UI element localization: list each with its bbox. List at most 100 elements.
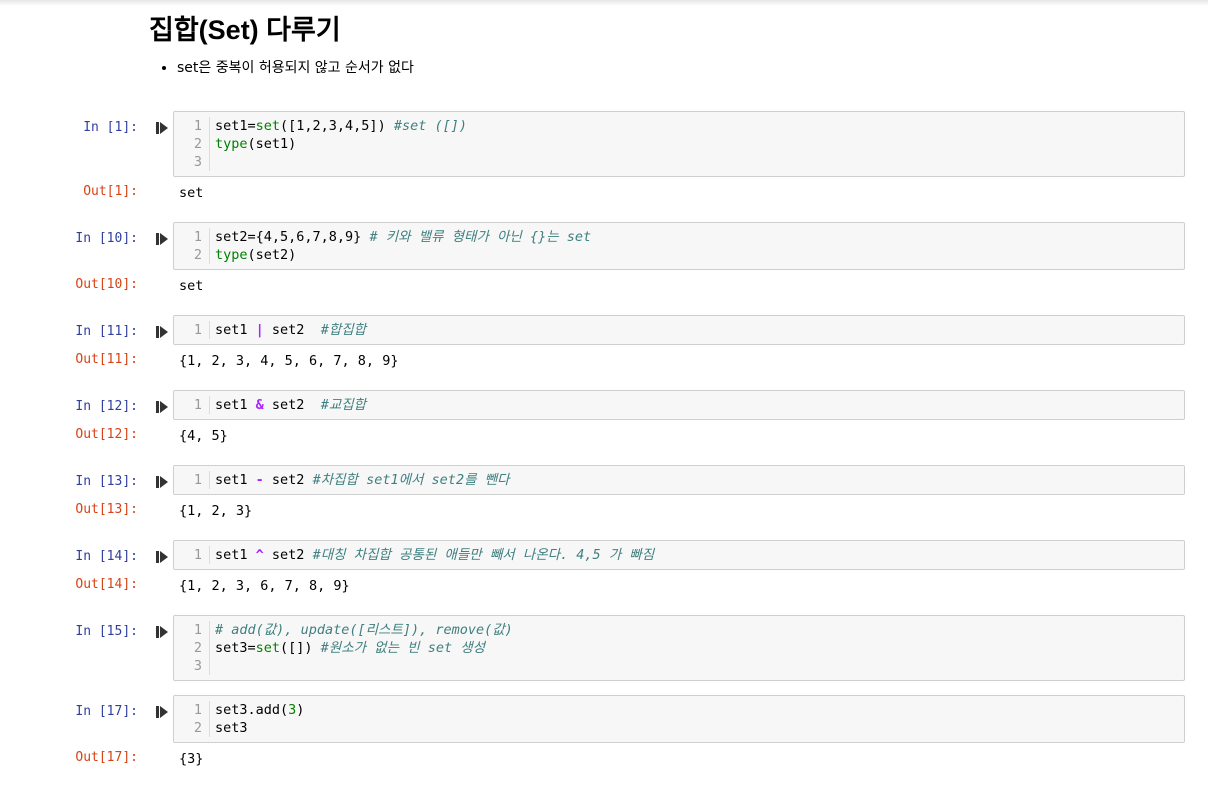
line-number: 1 xyxy=(193,472,202,488)
line-number: 3 xyxy=(193,154,202,170)
code-editor[interactable]: 1 set1 & set2 #교집합 xyxy=(173,390,1185,420)
code-cell[interactable]: In [12]: 1 set1 & set2 #교집합 Out[12]: {4, 5} xyxy=(0,390,1208,451)
code-text[interactable]: set1 ^ set2 #대칭 차집합 공통된 애들만 빼서 나온다. 4,5 … xyxy=(210,546,654,564)
run-cell-icon[interactable] xyxy=(156,474,168,488)
cell-output-row: Out[10]: set xyxy=(0,270,1208,301)
cell-output-row: Out[11]: {1, 2, 3, 4, 5, 6, 7, 8, 9} xyxy=(0,345,1208,376)
code-token: set1 xyxy=(215,397,256,413)
markdown-cell[interactable]: 집합(Set) 다루기 set은 중복이 허용되지 않고 순서가 없다 xyxy=(149,12,1149,77)
code-text[interactable]: set1 & set2 #교집합 xyxy=(210,396,366,414)
code-editor[interactable]: 1 set1 ^ set2 #대칭 차집합 공통된 애들만 빼서 나온다. 4,5… xyxy=(173,540,1185,570)
code-cell[interactable]: In [17]: 1 2 set3.add(3) set3 Out[17]: {3} xyxy=(0,695,1208,774)
cell-input-row: In [1]: 1 2 3 set1=set([1,2,3,4,5]) #set ([]… xyxy=(0,111,1208,177)
code-operator: & xyxy=(255,397,264,413)
cell-input-row: In [17]: 1 2 set3.add(3) set3 xyxy=(0,695,1208,743)
code-token: (set1) xyxy=(247,136,297,152)
run-cell-icon[interactable] xyxy=(156,704,168,718)
code-comment: #합집합 xyxy=(320,322,367,338)
code-token: ) xyxy=(296,702,305,718)
cell-input-row: In [14]: 1 set1 ^ set2 #대칭 차집합 공통된 애들만 빼서 … xyxy=(0,540,1208,570)
cell-output-row: Out[1]: set xyxy=(0,177,1208,208)
cell-output-row: Out[13]: {1, 2, 3} xyxy=(0,495,1208,526)
line-number: 2 xyxy=(193,247,202,263)
run-cell-icon[interactable] xyxy=(156,399,168,413)
code-text[interactable]: set1 - set2 #차집합 set1에서 set2를 뺀다 xyxy=(210,471,509,489)
code-token: set2 xyxy=(263,322,321,338)
out-prompt: Out[12]: xyxy=(75,427,138,442)
code-text[interactable]: # add(값), update([리스트]), remove(값) set3=s… xyxy=(210,621,513,675)
code-comment: #차집합 set1에서 set2를 뺀다 xyxy=(312,472,510,488)
code-token: set3 xyxy=(215,720,248,736)
code-token: ([1,2,3,4,5]) xyxy=(280,118,394,134)
code-line: set1=set([1,2,3,4,5]) #set ([]) xyxy=(215,117,467,135)
code-text[interactable]: set2={4,5,6,7,8,9} # 키와 밸류 형태가 아닌 {}는 se… xyxy=(210,228,591,264)
code-token: set2={4,5,6,7,8,9} xyxy=(215,229,370,245)
code-text[interactable]: set3.add(3) set3 xyxy=(210,701,304,737)
cell-input-row: In [13]: 1 set1 - set2 #차집합 set1에서 set2를 뺀… xyxy=(0,465,1208,495)
code-token: set1 xyxy=(215,472,256,488)
run-cell-icon[interactable] xyxy=(156,324,168,338)
code-line: set3=set([]) #원소가 없는 빈 set 생성 xyxy=(215,639,513,657)
run-cell-icon[interactable] xyxy=(156,549,168,563)
code-token: ([]) xyxy=(280,640,321,656)
line-number: 1 xyxy=(193,397,202,413)
code-line: set2={4,5,6,7,8,9} # 키와 밸류 형태가 아닌 {}는 se… xyxy=(215,228,591,246)
line-number-gutter: 1 xyxy=(174,546,210,564)
code-text[interactable]: set1=set([1,2,3,4,5]) #set ([]) type(set1… xyxy=(210,117,467,171)
code-token: (set2) xyxy=(247,247,297,263)
code-text[interactable]: set1 | set2 #합집합 xyxy=(210,321,366,339)
code-line: set1 ^ set2 #대칭 차집합 공통된 애들만 빼서 나온다. 4,5 … xyxy=(215,546,654,564)
code-comment: # 키와 밸류 형태가 아닌 {}는 set xyxy=(369,229,592,245)
run-cell-icon[interactable] xyxy=(156,231,168,245)
in-prompt: In [1]: xyxy=(83,120,138,135)
run-cell-icon[interactable] xyxy=(156,120,168,134)
bullet-list: set은 중복이 허용되지 않고 순서가 없다 xyxy=(149,59,1149,77)
code-comment: #set ([]) xyxy=(393,118,467,134)
code-editor[interactable]: 1 2 set2={4,5,6,7,8,9} # 키와 밸류 형태가 아닌 {}는 … xyxy=(173,222,1185,270)
code-cell[interactable]: In [15]: 1 2 3 # add(값), update([리스트]), remo… xyxy=(0,615,1208,681)
code-cell[interactable]: In [11]: 1 set1 | set2 #합집합 Out[11]: {1, 2, … xyxy=(0,315,1208,376)
code-cell[interactable]: In [14]: 1 set1 ^ set2 #대칭 차집합 공통된 애들만 빼서 … xyxy=(0,540,1208,601)
line-number: 1 xyxy=(193,622,202,638)
output-text: {1, 2, 3} xyxy=(179,503,253,519)
line-number-gutter: 1 xyxy=(174,471,210,489)
code-cells: In [1]: 1 2 3 set1=set([1,2,3,4,5]) #set ([]… xyxy=(0,111,1208,788)
in-prompt: In [10]: xyxy=(75,231,138,246)
code-line: set1 | set2 #합집합 xyxy=(215,321,366,339)
toolbar-shadow xyxy=(0,0,1208,6)
code-cell[interactable]: In [13]: 1 set1 - set2 #차집합 set1에서 set2를 뺀… xyxy=(0,465,1208,526)
out-prompt: Out[13]: xyxy=(75,502,138,517)
output-text: set xyxy=(179,185,204,201)
code-cell[interactable]: In [1]: 1 2 3 set1=set([1,2,3,4,5]) #set ([]… xyxy=(0,111,1208,208)
code-cell[interactable]: In [10]: 1 2 set2={4,5,6,7,8,9} # 키와 밸류 형태가… xyxy=(0,222,1208,301)
code-token: set2 xyxy=(263,472,313,488)
out-prompt: Out[10]: xyxy=(75,277,138,292)
code-line: type(set1) xyxy=(215,135,467,153)
line-number: 2 xyxy=(193,136,202,152)
code-editor[interactable]: 1 2 3 set1=set([1,2,3,4,5]) #set ([]) type(s… xyxy=(173,111,1185,177)
code-token: set1 xyxy=(215,322,256,338)
cell-output-row: Out[12]: {4, 5} xyxy=(0,420,1208,451)
code-builtin: type xyxy=(215,136,248,152)
code-line: set1 & set2 #교집합 xyxy=(215,396,366,414)
line-number-gutter: 1 xyxy=(174,321,210,339)
code-operator: | xyxy=(255,322,264,338)
code-editor[interactable]: 1 2 set3.add(3) set3 xyxy=(173,695,1185,743)
code-editor[interactable]: 1 set1 | set2 #합집합 xyxy=(173,315,1185,345)
code-line: # add(값), update([리스트]), remove(값) xyxy=(215,621,513,639)
output-text: {3} xyxy=(179,751,204,767)
line-number-gutter: 1 xyxy=(174,396,210,414)
code-editor[interactable]: 1 2 3 # add(값), update([리스트]), remove(값) set… xyxy=(173,615,1185,681)
run-cell-icon[interactable] xyxy=(156,624,168,638)
code-comment: #원소가 없는 빈 set 생성 xyxy=(320,640,486,656)
code-line: set3.add(3) xyxy=(215,701,304,719)
line-number: 3 xyxy=(193,658,202,674)
code-comment: # add(값), update([리스트]), remove(값) xyxy=(215,622,513,638)
line-number-gutter: 12 xyxy=(174,701,210,737)
out-prompt: Out[1]: xyxy=(83,184,138,199)
code-operator: ^ xyxy=(255,547,264,563)
code-editor[interactable]: 1 set1 - set2 #차집합 set1에서 set2를 뺀다 xyxy=(173,465,1185,495)
in-prompt: In [15]: xyxy=(75,624,138,639)
